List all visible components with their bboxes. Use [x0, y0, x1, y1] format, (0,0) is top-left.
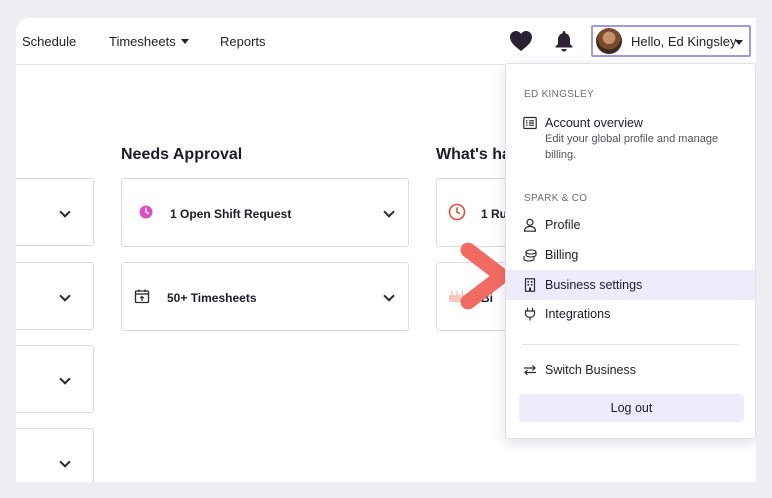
plug-icon [524, 307, 536, 321]
account-overview-description: Edit your global profile and manage bill… [545, 133, 719, 161]
top-navigation: Schedule Timesheets Reports Hello, Ed Ki… [16, 18, 756, 65]
menu-item-business-settings[interactable]: Business settings [506, 270, 755, 300]
app-frame: Schedule Timesheets Reports Hello, Ed Ki… [16, 18, 756, 482]
menu-item-integrations[interactable]: Integrations [506, 299, 755, 329]
timesheets-card[interactable]: 50+ Timesheets [121, 262, 409, 331]
menu-item-account-overview[interactable]: Account overview Edit your global profil… [506, 108, 755, 164]
clock-icon [139, 205, 153, 219]
billing-label: Billing [545, 248, 579, 262]
user-menu-button[interactable]: Hello, Ed Kingsley [591, 25, 751, 57]
nav-reports[interactable]: Reports [220, 34, 266, 49]
switch-business-label: Switch Business [545, 363, 637, 377]
summary-card[interactable] [16, 428, 94, 482]
chevron-down-icon [59, 456, 71, 468]
running-late-label: 1 Ru [481, 207, 508, 221]
summary-card[interactable] [16, 345, 94, 413]
chevron-down-icon [59, 206, 71, 218]
integrations-label: Integrations [545, 307, 611, 321]
chevron-down-icon [180, 39, 189, 45]
summary-card[interactable] [16, 178, 94, 246]
switch-icon [524, 365, 536, 376]
avatar [596, 28, 622, 54]
business-settings-label: Business settings [545, 278, 643, 292]
dropdown-user-header: ED KINGSLEY [524, 89, 594, 100]
calendar-upload-icon [134, 289, 150, 304]
bell-icon[interactable] [554, 30, 574, 52]
chevron-down-icon [383, 290, 395, 302]
account-overview-label: Account overview [545, 116, 643, 130]
timesheets-label: 50+ Timesheets [167, 291, 257, 305]
chevron-down-icon [735, 40, 743, 45]
section-title-needs-approval: Needs Approval [121, 146, 243, 163]
menu-item-switch-business[interactable]: Switch Business [506, 355, 755, 385]
section-title-whats-happening: What's ha [436, 146, 511, 163]
nav-schedule[interactable]: Schedule [22, 34, 76, 49]
person-icon [523, 218, 537, 232]
logout-button[interactable]: Log out [519, 394, 744, 422]
nav-timesheets-label: Timesheets [109, 34, 176, 49]
chevron-down-icon [59, 290, 71, 302]
profile-label: Profile [545, 218, 581, 232]
open-shift-request-card[interactable]: 1 Open Shift Request [121, 178, 409, 247]
dropdown-divider [522, 344, 738, 345]
building-icon [524, 278, 536, 292]
list-icon [523, 116, 537, 130]
summary-card[interactable] [16, 262, 94, 330]
menu-item-billing[interactable]: Billing [506, 240, 755, 270]
open-shift-request-label: 1 Open Shift Request [170, 207, 292, 221]
chevron-down-icon [59, 373, 71, 385]
user-greeting: Hello, Ed Kingsley [631, 34, 737, 49]
chevron-down-icon [383, 206, 395, 218]
coins-icon [523, 249, 537, 262]
heart-icon[interactable] [509, 30, 533, 52]
nav-timesheets[interactable]: Timesheets [109, 34, 189, 49]
running-late-card[interactable]: 1 Ru [436, 178, 516, 247]
dropdown-business-header: SPARK & CO [524, 193, 588, 204]
clock-icon [448, 203, 466, 221]
user-dropdown-menu: ED KINGSLEY Account overview Edit your g… [505, 63, 756, 439]
menu-item-profile[interactable]: Profile [506, 210, 755, 240]
